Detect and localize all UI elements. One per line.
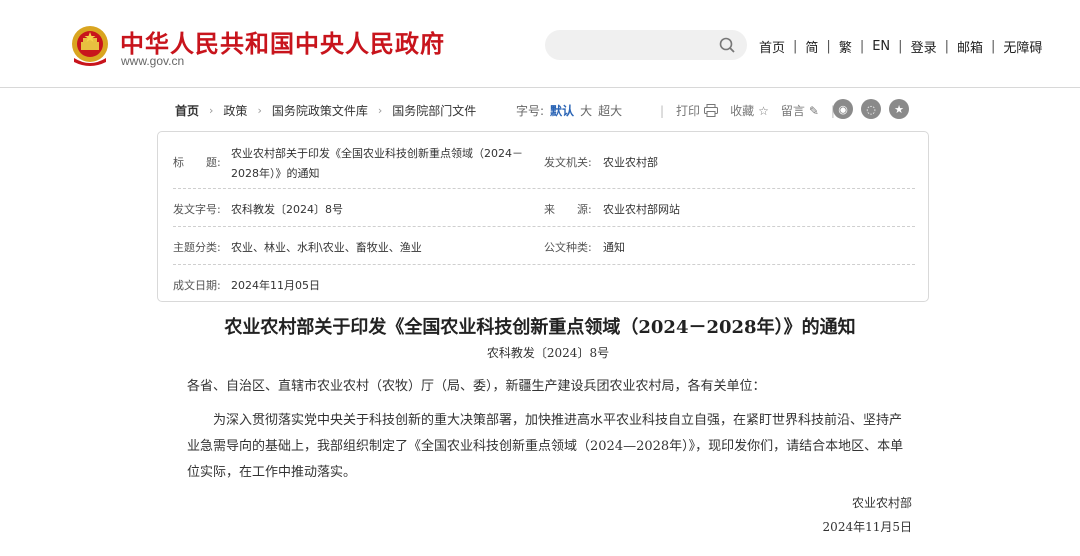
article-title: 农业农村部关于印发《全国农业科技创新重点领域（2024－2028年）》的通知	[224, 317, 856, 338]
chevron-right-icon: ›	[209, 104, 214, 117]
nav-traditional[interactable]: 繁	[839, 37, 852, 56]
font-size-switcher: 字号: 默认 大 超大	[516, 102, 622, 119]
site-header: 中华人民共和国中央人民政府 www.gov.cn 首页 | 简 | 繁 | EN | 登…	[0, 0, 1080, 88]
chevron-right-icon: ›	[257, 104, 262, 117]
date-value: 2024年11月05日	[231, 279, 320, 292]
type-label: 公文种类:	[544, 241, 592, 254]
font-size-large[interactable]: 大	[580, 102, 592, 119]
source-value: 农业农村部网站	[603, 203, 680, 216]
font-size-xlarge[interactable]: 超大	[598, 102, 622, 119]
breadcrumb-policy[interactable]: 政策	[223, 102, 247, 119]
breadcrumb-bar: 首页 › 政策 › 国务院政策文件库 › 国务院部门文件 字号: 默认 大 超大…	[175, 99, 915, 120]
title-value: 农业农村部关于印发《全国农业科技创新重点领域（2024－ 2028年）》的通知	[231, 147, 523, 180]
breadcrumb-policy-library[interactable]: 国务院政策文件库	[272, 102, 368, 119]
issuer-value: 农业农村部	[603, 156, 658, 169]
print-button[interactable]: 打印	[676, 102, 719, 119]
print-label: 打印	[676, 104, 701, 118]
topic-label: 主题分类:	[173, 241, 221, 254]
article-salutation: 各省、自治区、直辖市农业农村（农牧）厅（局、委），新疆生产建设兵团农业农村局，各…	[187, 379, 766, 394]
breadcrumb: 首页 › 政策 › 国务院政策文件库 › 国务院部门文件	[175, 102, 476, 119]
type-value: 通知	[603, 241, 625, 254]
site-url[interactable]: www.gov.cn	[121, 54, 184, 68]
star-outline-icon: ☆	[758, 103, 769, 118]
page-tools: | 打印 收藏 ☆ 留言 ✎ |	[660, 102, 835, 119]
info-row-title: 标 题: 农业农村部关于印发《全国农业科技创新重点领域（2024－ 2028年）…	[173, 140, 915, 189]
comment-button[interactable]: 留言 ✎	[781, 102, 819, 119]
chevron-right-icon: ›	[377, 104, 383, 117]
nav-simplified[interactable]: 简	[805, 37, 818, 56]
printer-icon	[704, 104, 719, 117]
issuer-label: 发文机关:	[544, 156, 592, 169]
search-box[interactable]	[545, 30, 747, 60]
wechat-icon[interactable]: ◌	[861, 99, 881, 119]
info-row-topic: 主题分类: 农业、林业、水利\农业、畜牧业、渔业 公文种类: 通知	[173, 227, 915, 265]
collect-label: 收藏	[730, 104, 755, 118]
article-signer: 农业农村部	[851, 496, 912, 510]
article-docno: 农科教发〔2024〕8号	[486, 346, 610, 360]
nav-login[interactable]: 登录	[911, 37, 937, 56]
info-row-docno: 发文字号: 农科教发〔2024〕8号 来 源: 农业农村部网站	[173, 189, 915, 227]
article-sign-date: 2024年11月5日	[822, 520, 912, 534]
share-icons: ◉ ◌ ★	[833, 99, 909, 119]
font-size-default[interactable]: 默认	[550, 102, 574, 119]
topic-value: 农业、林业、水利\农业、畜牧业、渔业	[231, 241, 422, 254]
article-body: 为深入贯彻落实党中央关于科技创新的重大决策部署，加快推进高水平农业科技自立自强，…	[187, 413, 904, 480]
font-size-label: 字号:	[516, 104, 545, 118]
title-label: 标 题:	[173, 156, 221, 169]
docno-value: 农科教发〔2024〕8号	[231, 203, 343, 216]
breadcrumb-dept-docs[interactable]: 国务院部门文件	[392, 102, 476, 119]
pencil-icon: ✎	[808, 103, 819, 118]
info-row-date: 成文日期: 2024年11月05日	[173, 265, 915, 301]
nav-home[interactable]: 首页	[759, 37, 785, 56]
docno-label: 发文字号:	[173, 203, 221, 216]
national-emblem-logo[interactable]	[70, 24, 110, 68]
collect-button[interactable]: 收藏 ☆	[730, 102, 769, 119]
top-nav: 首页 | 简 | 繁 | EN | 登录 | 邮箱 | 无障碍	[759, 37, 1043, 56]
comment-label: 留言	[780, 104, 805, 118]
date-label: 成文日期:	[173, 279, 221, 292]
nav-mail[interactable]: 邮箱	[957, 37, 983, 56]
star-icon[interactable]: ★	[889, 99, 909, 119]
nav-english[interactable]: EN	[872, 39, 890, 54]
nav-accessibility[interactable]: 无障碍	[1003, 37, 1042, 56]
search-input[interactable]	[559, 35, 709, 55]
document-info-box: 标 题: 农业农村部关于印发《全国农业科技创新重点领域（2024－ 2028年）…	[157, 131, 929, 302]
source-label: 来 源:	[544, 203, 592, 216]
breadcrumb-home[interactable]: 首页	[175, 102, 199, 119]
weibo-icon[interactable]: ◉	[833, 99, 853, 119]
search-icon[interactable]	[719, 37, 735, 53]
